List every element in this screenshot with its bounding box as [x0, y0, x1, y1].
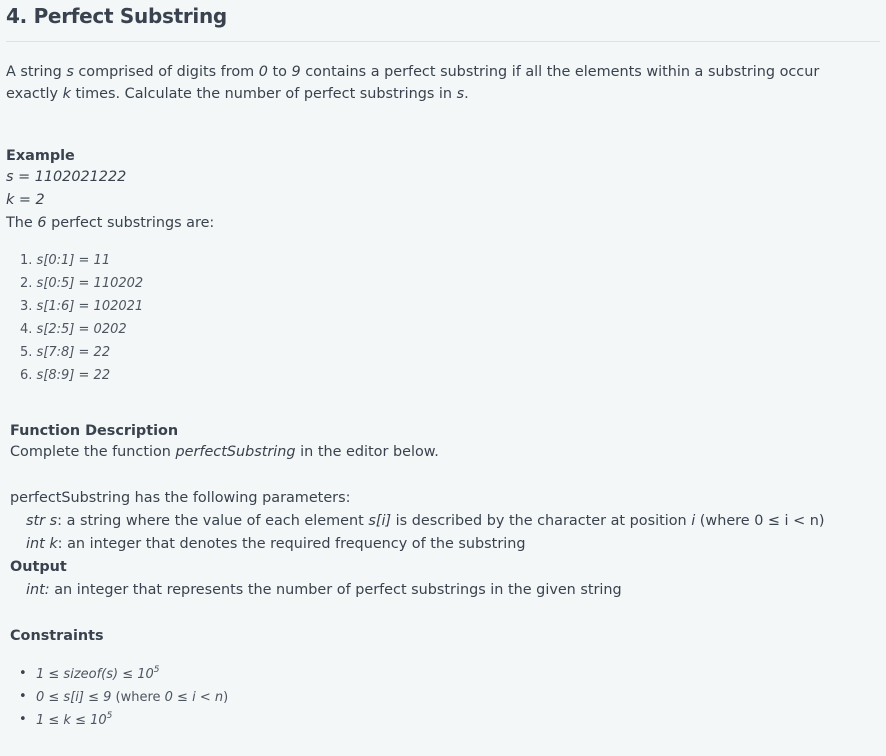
intro-var-s: s [66, 64, 74, 80]
list-item-number: 1. [20, 253, 33, 268]
list-item-number: 5. [20, 345, 33, 360]
list-item-number: 4. [20, 322, 33, 337]
list-item: 2. s[0:5] = 110202 [20, 273, 143, 294]
title-divider [6, 41, 880, 42]
list-item-number: 3. [20, 299, 33, 314]
list-item-text: s[0:1] = 11 [36, 253, 111, 268]
intro-text: . [464, 86, 469, 102]
function-description-line: Complete the function perfectSubstring i… [10, 442, 439, 463]
intro-line-1: A string s comprised of digits from 0 to… [6, 62, 819, 83]
bullet-icon: • [19, 689, 27, 704]
list-item-text: s[1:6] = 102021 [36, 299, 144, 314]
function-name: perfectSubstring [175, 444, 296, 460]
param-desc: : an integer that denotes the required f… [57, 536, 526, 552]
intro-text: times. Calculate the number of perfect s… [70, 86, 457, 102]
problem-statement: 4. Perfect Substring A string s comprise… [0, 0, 886, 756]
example-count-line: The 6 perfect substrings are: [6, 213, 214, 234]
page-title: 4. Perfect Substring [6, 4, 227, 28]
parameters-intro: perfectSubstring has the following param… [10, 490, 351, 506]
constraint-text: 1 ≤ k ≤ 10 [36, 713, 107, 728]
constraints-heading: Constraints [10, 628, 104, 644]
constraint-text: 0 ≤ s[i] ≤ 9 [36, 690, 112, 705]
param-name: int k [26, 536, 58, 552]
list-item-text: s[8:9] = 22 [36, 368, 111, 383]
bullet-icon: • [19, 666, 27, 681]
constraint-text: 0 ≤ i < n [164, 690, 224, 705]
intro-var-k: k [62, 86, 71, 102]
example-s-text: s = 1102021222 [6, 169, 127, 185]
constraint-text: ) [223, 690, 229, 705]
output-type: int: [26, 582, 50, 598]
list-item: 5. s[7:8] = 22 [20, 342, 110, 363]
constraint-exponent: 5 [106, 710, 113, 721]
intro-text: exactly [6, 86, 63, 102]
constraint-item: 1 ≤ sizeof(s) ≤ 105 [36, 664, 160, 685]
list-item: 1. s[0:1] = 11 [20, 250, 110, 271]
count-number: 6 [37, 215, 47, 231]
bullet-icon: • [19, 712, 27, 727]
list-item-text: s[0:5] = 110202 [36, 276, 144, 291]
constraint-text: (where [111, 690, 165, 705]
intro-text: to [267, 64, 292, 80]
output-heading: Output [10, 559, 67, 575]
list-item-text: s[2:5] = 0202 [36, 322, 127, 337]
intro-digit: 0 [258, 64, 268, 80]
count-text: perfect substrings are: [46, 215, 215, 231]
param-var: s[i] [368, 513, 392, 529]
example-heading: Example [6, 148, 75, 164]
constraint-exponent: 5 [153, 664, 160, 675]
intro-text: comprised of digits from [73, 64, 259, 80]
intro-line-2: exactly k times. Calculate the number of… [6, 84, 469, 105]
parameter-str-s: str s: a string where the value of each … [26, 511, 825, 532]
list-item-text: s[7:8] = 22 [36, 345, 111, 360]
output-description: int: an integer that represents the numb… [26, 580, 622, 601]
list-item: 3. s[1:6] = 102021 [20, 296, 143, 317]
fd-text: in the editor below. [295, 444, 439, 460]
param-desc: is described by the character at positio… [391, 513, 692, 529]
output-text: an integer that represents the number of… [49, 582, 622, 598]
list-item-number: 6. [20, 368, 33, 383]
intro-var-s: s [456, 86, 465, 102]
intro-text: contains a perfect substring if all the … [300, 64, 820, 80]
constraint-item: 0 ≤ s[i] ≤ 9 (where 0 ≤ i < n) [36, 687, 228, 708]
list-item: 6. s[8:9] = 22 [20, 365, 110, 386]
list-item: 4. s[2:5] = 0202 [20, 319, 127, 340]
param-desc: (where 0 ≤ i < n) [695, 513, 825, 529]
parameter-int-k: int k: an integer that denotes the requi… [26, 534, 526, 555]
fd-text: Complete the function [10, 444, 176, 460]
intro-digit: 9 [291, 64, 301, 80]
intro-text: A string [6, 64, 67, 80]
list-item-number: 2. [20, 276, 33, 291]
function-description-heading: Function Description [10, 423, 179, 439]
param-name: str s [26, 513, 58, 529]
example-k-text: k = 2 [6, 192, 45, 208]
constraint-item: 1 ≤ k ≤ 105 [36, 710, 112, 731]
count-text: The [6, 215, 38, 231]
example-s-value: s = 1102021222 [6, 167, 126, 188]
example-k-value: k = 2 [6, 190, 45, 211]
param-desc: : a string where the value of each eleme… [57, 513, 369, 529]
constraint-text: 1 ≤ sizeof(s) ≤ 10 [36, 667, 154, 682]
